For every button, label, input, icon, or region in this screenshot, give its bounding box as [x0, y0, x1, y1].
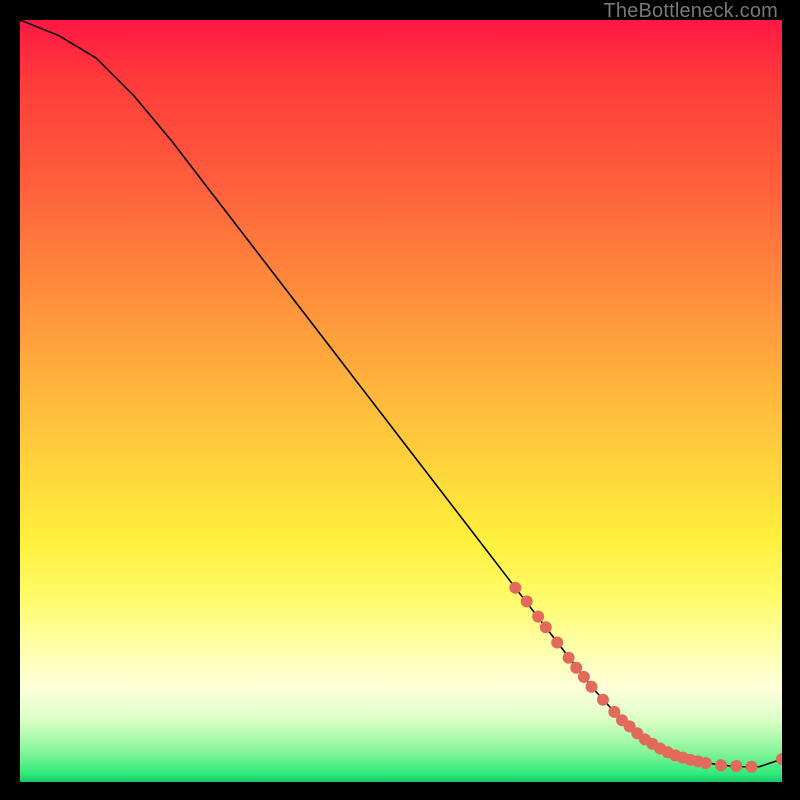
bottleneck-curve-path [20, 20, 782, 767]
data-markers [509, 582, 782, 773]
data-marker [563, 652, 575, 664]
data-marker [532, 611, 544, 623]
chart-frame: TheBottleneck.com [0, 0, 800, 800]
data-marker [654, 742, 666, 754]
plot-area [20, 20, 782, 782]
data-marker [692, 755, 704, 767]
data-marker [570, 662, 582, 674]
data-marker [715, 759, 727, 771]
data-marker [639, 733, 651, 745]
data-marker [608, 706, 620, 718]
data-marker [578, 671, 590, 683]
data-marker [776, 753, 782, 765]
data-marker [616, 714, 628, 726]
data-marker [509, 582, 521, 594]
data-marker [631, 727, 643, 739]
data-marker [685, 754, 697, 766]
data-marker [662, 746, 674, 758]
data-marker [646, 738, 658, 750]
data-marker [730, 760, 742, 772]
data-marker [746, 761, 758, 773]
data-marker [540, 621, 552, 633]
data-marker [586, 681, 598, 693]
data-marker [551, 637, 563, 649]
data-marker [624, 720, 636, 732]
chart-svg [20, 20, 782, 782]
data-marker [669, 749, 681, 761]
data-marker [700, 757, 712, 769]
data-marker [677, 752, 689, 764]
data-marker [597, 694, 609, 706]
data-marker [521, 595, 533, 607]
